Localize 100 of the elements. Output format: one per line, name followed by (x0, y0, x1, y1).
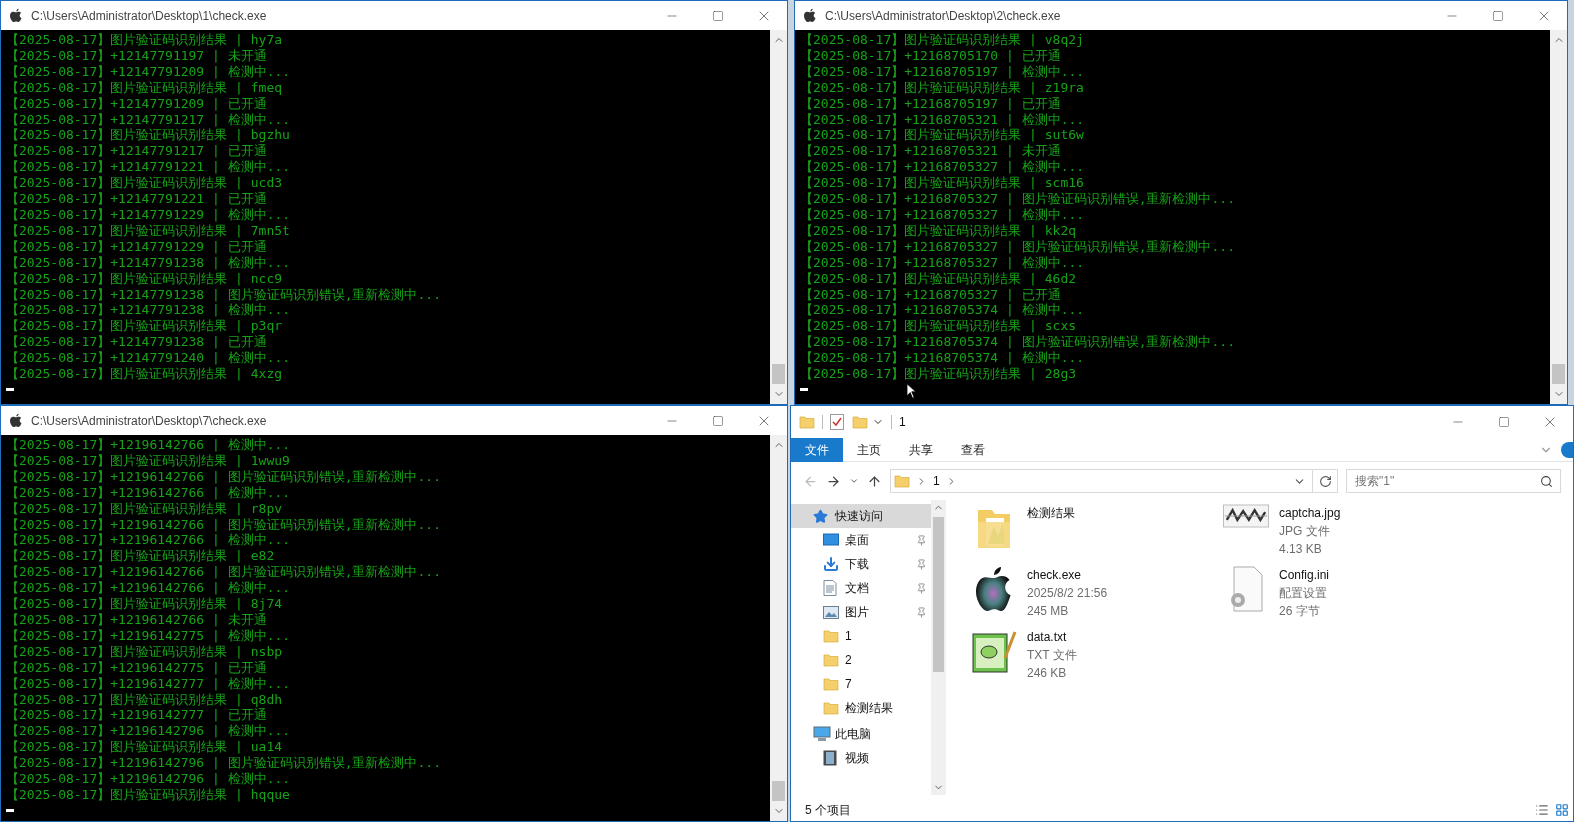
refresh-icon[interactable] (1319, 474, 1332, 488)
console-line: 【2025-08-17】+12168705374 | 检测中... (800, 350, 1085, 367)
file-item[interactable]: Config.ini 配置设置 26 字节 (1223, 566, 1475, 618)
nav-item[interactable]: 此电脑 (791, 722, 931, 746)
console-line: 【2025-08-17】+12147791217 | 已开通 (6, 143, 267, 160)
details-view-icon[interactable] (1535, 803, 1549, 817)
maximize-icon[interactable] (1498, 416, 1510, 428)
console-line: 【2025-08-17】+12147791240 | 检测中... (6, 350, 291, 367)
help-icon[interactable] (1561, 441, 1573, 458)
console-line: 【2025-08-17】+12196142766 | 图片验证码识别错误,重新检测中... (6, 468, 441, 485)
pictures-icon (823, 605, 839, 619)
ribbon-tab[interactable]: 文件 (791, 437, 843, 462)
console-line: 【2025-08-17】图片验证码识别结果 | sut6w (800, 127, 1084, 144)
maximize-icon[interactable] (712, 414, 724, 427)
search-field[interactable]: 搜索"1" (1346, 469, 1561, 493)
window-title: 1 (899, 414, 907, 431)
back-icon[interactable] (803, 473, 818, 489)
scroll-thumb[interactable] (772, 364, 785, 384)
console-line: 【2025-08-17】图片验证码识别结果 | v8q2j (800, 32, 1084, 48)
console-line: 【2025-08-17】+12168705327 | 检测中... (800, 254, 1085, 271)
console-line: 【2025-08-17】+12196142766 | 图片验证码识别错误,重新检测中... (6, 516, 441, 533)
nav-item[interactable]: 桌面 (791, 528, 931, 552)
console-line: 【2025-08-17】+12147791229 | 检测中... (6, 206, 291, 223)
ribbon-tab[interactable]: 主页 (843, 437, 895, 462)
console-line: 【2025-08-17】+12147791209 | 已开通 (6, 95, 267, 112)
breadcrumb-link[interactable]: 1 (933, 472, 940, 490)
file-item[interactable]: data.txt TXT 文件 246 KB (971, 628, 1223, 680)
console-line: 【2025-08-17】+12196142766 | 检测中... (6, 580, 291, 597)
console-line: 【2025-08-17】图片验证码识别结果 | scm16 (800, 175, 1084, 192)
scroll-thumb[interactable] (772, 781, 785, 801)
console-line: 【2025-08-17】图片验证码识别结果 | 28g3 (800, 366, 1077, 382)
film-icon (823, 750, 837, 766)
console-line: 【2025-08-17】+12196142777 | 已开通 (6, 707, 267, 724)
text-cursor (800, 387, 808, 391)
desktop-icon (823, 533, 839, 547)
properties-icon[interactable] (830, 414, 844, 430)
pin-icon[interactable] (916, 534, 927, 546)
file-detail: 4.13 KB (1279, 541, 1323, 558)
console-line: 【2025-08-17】图片验证码识别结果 | 46d2 (800, 270, 1077, 287)
nav-item[interactable]: 视频 (791, 746, 931, 770)
window-title: C:\Users\Administrator\Desktop\7\check.exe (31, 412, 268, 430)
console-line: 【2025-08-17】图片验证码识别结果 | e82 (6, 548, 275, 565)
console-line: 【2025-08-17】图片验证码识别结果 | 4xzg (6, 366, 283, 382)
file-item[interactable]: check.exe 2025/8/2 21:56 245 MB (971, 566, 1223, 618)
text-cursor (6, 387, 14, 391)
nav-item[interactable]: 快速访问 (791, 504, 931, 528)
console-line: 【2025-08-17】+12196142796 | 检测中... (6, 723, 291, 740)
console-line: 【2025-08-17】+12168705327 | 图片验证码识别错误,重新检测中... (800, 238, 1235, 255)
console-line: 【2025-08-17】+12147791238 | 图片验证码识别错误,重新检测中... (6, 286, 441, 303)
pin-icon[interactable] (916, 558, 927, 570)
console-line: 【2025-08-17】+12168705321 | 未开通 (800, 143, 1061, 160)
folder-icon (894, 473, 910, 489)
console-line: 【2025-08-17】+12196142775 | 检测中... (6, 627, 291, 644)
forward-icon[interactable] (826, 473, 841, 489)
console-line: 【2025-08-17】+12147791229 | 已开通 (6, 238, 267, 255)
pin-icon[interactable] (916, 582, 927, 594)
ribbon-tab[interactable]: 查看 (947, 437, 999, 462)
search-icon[interactable] (1540, 475, 1553, 488)
file-item[interactable]: captcha.jpg JPG 文件 4.13 KB (1223, 504, 1475, 556)
console-line: 【2025-08-17】+12168705197 | 已开通 (800, 95, 1061, 112)
scrollbar[interactable] (770, 30, 787, 404)
address-bar[interactable]: 1 (890, 469, 1338, 493)
folder-icon (799, 414, 815, 430)
scrollbar[interactable] (770, 435, 787, 821)
scroll-thumb[interactable] (933, 517, 944, 672)
scrollbar[interactable] (931, 500, 946, 795)
document-icon (823, 580, 837, 596)
file-name: 检测结果 (1027, 505, 1075, 522)
console-line: 【2025-08-17】图片验证码识别结果 | ncc9 (6, 270, 283, 287)
nav-item[interactable]: 7 (791, 672, 931, 696)
maximize-icon[interactable] (1492, 9, 1504, 22)
file-name: data.txt (1027, 629, 1068, 646)
console-line: 【2025-08-17】+12147791217 | 检测中... (6, 111, 291, 128)
nav-item[interactable]: 2 (791, 648, 931, 672)
console-line: 【2025-08-17】+12147791238 | 已开通 (6, 334, 267, 351)
file-name: check.exe (1027, 567, 1083, 584)
console-line: 【2025-08-17】图片验证码识别结果 | z19ra (800, 79, 1084, 96)
scrollbar[interactable] (1550, 30, 1567, 404)
pin-icon[interactable] (916, 606, 927, 618)
nav-item[interactable]: 检测结果 (791, 696, 931, 720)
apple-icon (9, 412, 23, 429)
console-line: 【2025-08-17】+12168705327 | 图片验证码识别错误,重新检测中... (800, 191, 1235, 207)
ribbon-tab[interactable]: 共享 (895, 437, 947, 462)
nav-item[interactable]: 1 (791, 624, 931, 648)
status-text: 5 个项目 (805, 802, 852, 819)
recent-icon[interactable] (849, 476, 859, 486)
console-line: 【2025-08-17】+12147791221 | 检测中... (6, 159, 291, 176)
nav-item[interactable]: 下载 (791, 552, 931, 576)
nav-item[interactable]: 图片 (791, 600, 931, 624)
text-cursor (6, 808, 14, 812)
maximize-icon[interactable] (712, 9, 724, 22)
up-icon[interactable] (867, 473, 882, 489)
scroll-thumb[interactable] (1552, 364, 1565, 384)
file-item[interactable]: 检测结果 (971, 504, 1223, 556)
new-folder-icon (852, 414, 868, 430)
tiles-view-icon[interactable] (1555, 803, 1569, 817)
nav-item[interactable]: 文档 (791, 576, 931, 600)
console-line: 【2025-08-17】+12147791209 | 检测中... (6, 63, 291, 80)
console-line: 【2025-08-17】图片验证码识别结果 | nsbp (6, 643, 283, 660)
file-detail: 245 MB (1027, 603, 1070, 620)
